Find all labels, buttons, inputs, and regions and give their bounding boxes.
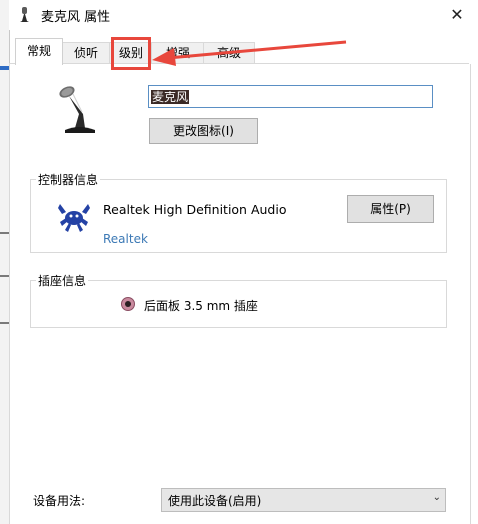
jack-location-text: 后面板 3.5 mm 插座 bbox=[144, 299, 258, 313]
device-usage-label: 设备用法: bbox=[33, 494, 86, 508]
screenshot-root: 麦克风 属性 ✕ 常规 侦听 级别 增强 高级 麦克风 更改图标(I) 控制器信… bbox=[0, 0, 478, 524]
jack-info-legend: 插座信息 bbox=[38, 274, 87, 288]
microphone-icon bbox=[20, 7, 29, 22]
device-usage-select[interactable]: 使用此设备(启用) ⌄ bbox=[161, 488, 446, 512]
device-name-text: 麦克风 bbox=[151, 90, 190, 104]
vendor-link[interactable]: Realtek bbox=[103, 232, 148, 246]
controller-info-legend: 控制器信息 bbox=[38, 173, 99, 187]
microphone-device-icon bbox=[59, 86, 95, 133]
close-icon: ✕ bbox=[450, 5, 464, 24]
window-title: 麦克风 属性 bbox=[41, 10, 111, 25]
jack-color-icon bbox=[121, 297, 135, 311]
properties-button[interactable]: 属性(P) bbox=[347, 195, 434, 223]
annotation-arrow-icon bbox=[152, 40, 347, 66]
realtek-crab-icon bbox=[58, 204, 90, 232]
close-button[interactable]: ✕ bbox=[446, 4, 468, 26]
device-name-input[interactable]: 麦克风 bbox=[148, 85, 433, 108]
title-bar: 麦克风 属性 ✕ bbox=[9, 0, 478, 30]
tab-general[interactable]: 常规 bbox=[15, 38, 63, 65]
tab-listen[interactable]: 侦听 bbox=[61, 42, 111, 64]
controller-device-name: Realtek High Definition Audio bbox=[103, 202, 287, 217]
annotation-highlight-box bbox=[111, 37, 151, 70]
chevron-down-icon: ⌄ bbox=[432, 492, 441, 503]
device-usage-selected: 使用此设备(启用) bbox=[168, 494, 262, 508]
change-icon-button[interactable]: 更改图标(I) bbox=[149, 118, 258, 144]
